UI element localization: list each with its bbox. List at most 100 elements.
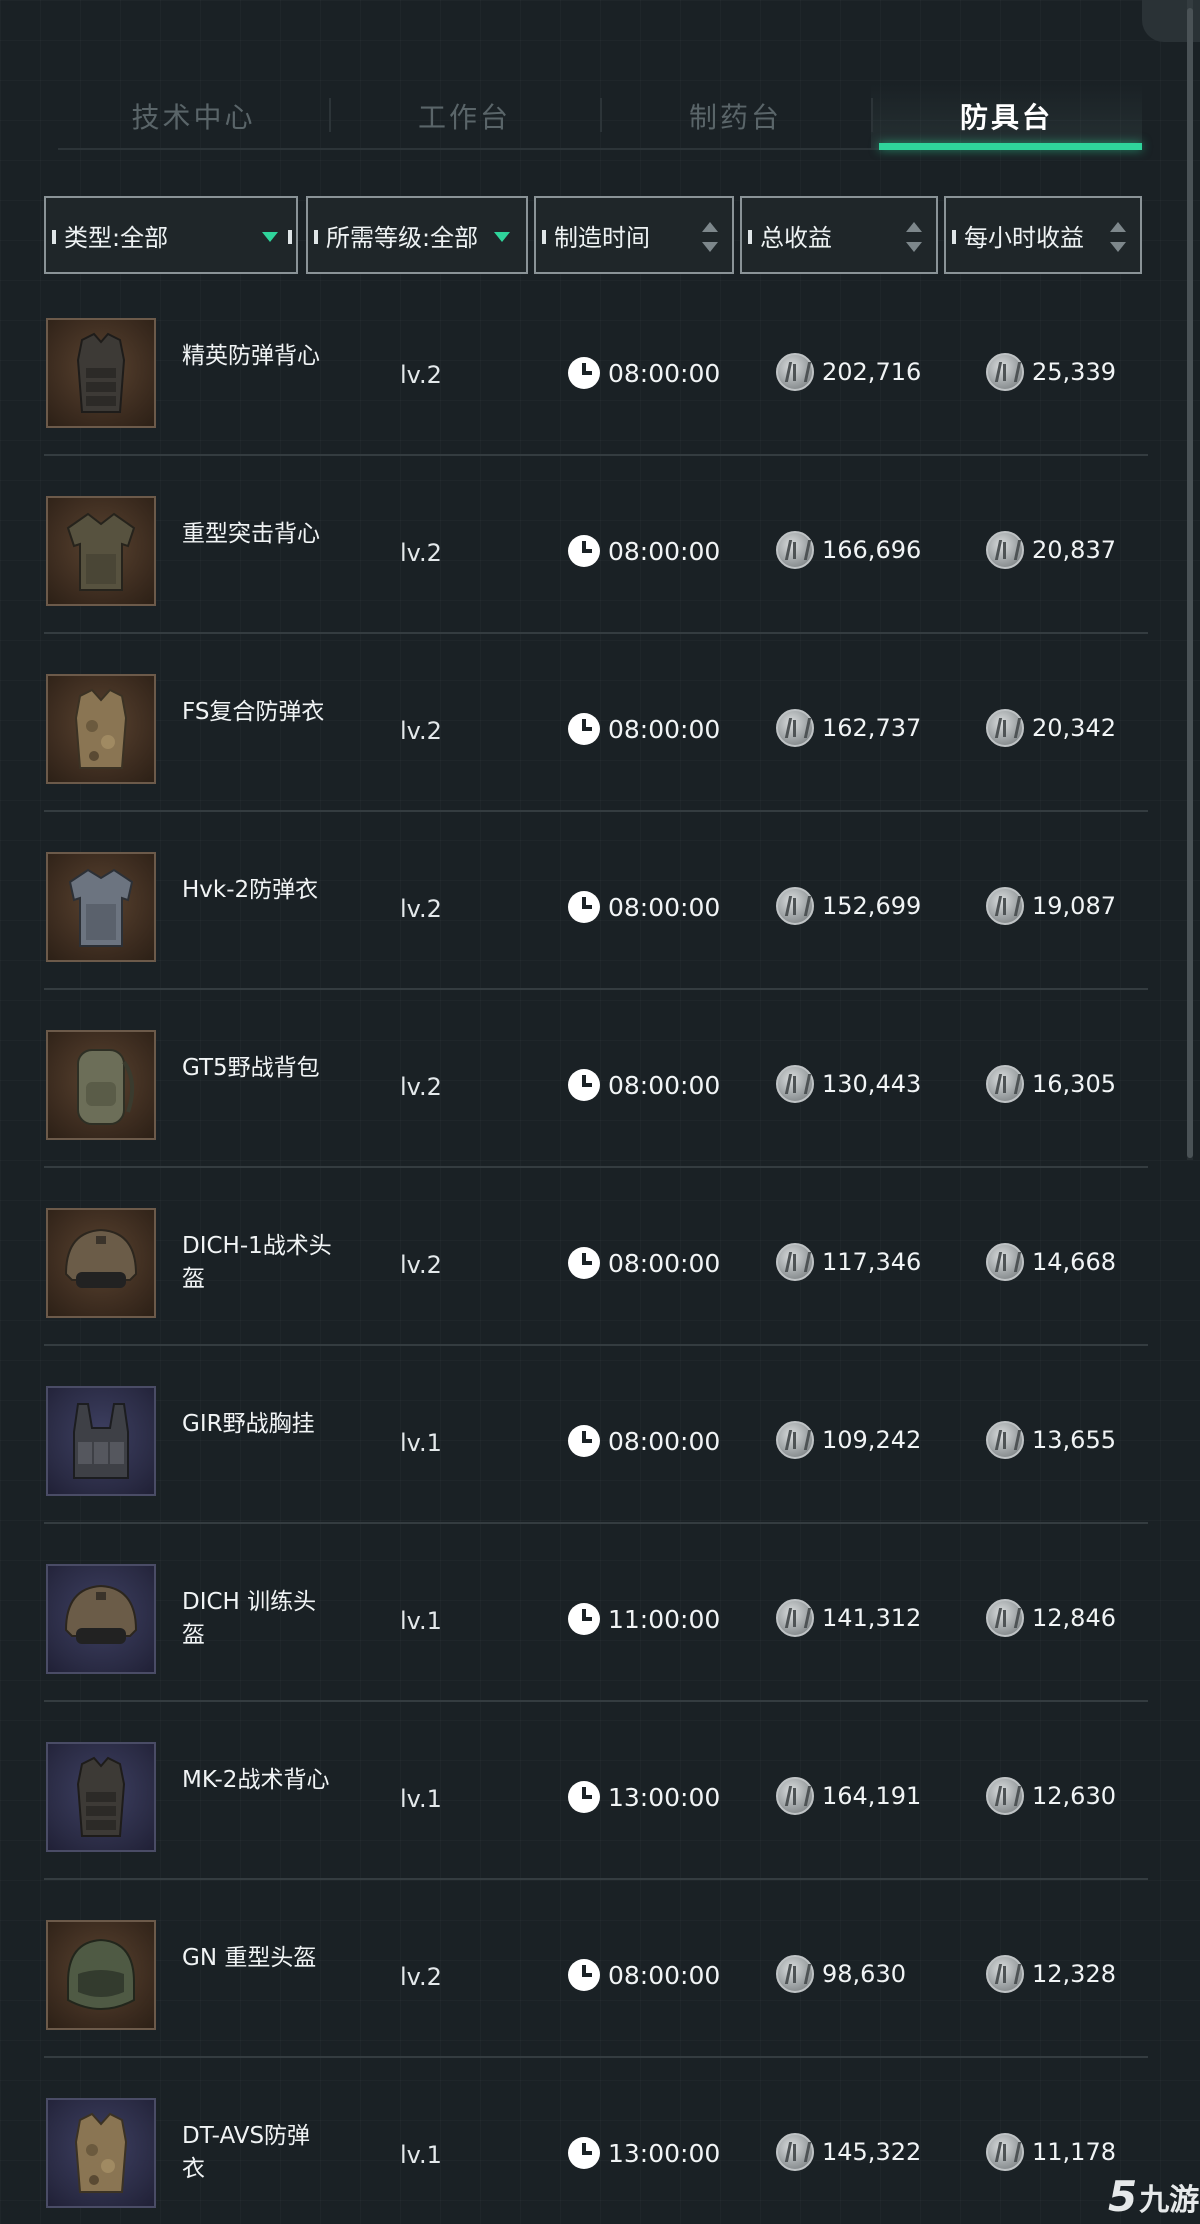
vest-icon bbox=[46, 318, 156, 428]
armor-vest-icon bbox=[46, 852, 156, 962]
tab-workbench[interactable]: 工作台 bbox=[329, 84, 600, 148]
table-row[interactable]: MK-2战术背心 lv.1 13:00:00 164,191 12,630 bbox=[44, 1702, 1148, 1880]
hourly-income-value: 14,668 bbox=[1032, 1248, 1116, 1276]
hourly-income-value: 12,630 bbox=[1032, 1782, 1116, 1810]
craft-time-value: 08:00:00 bbox=[608, 358, 721, 388]
craft-time: 08:00:00 bbox=[568, 535, 720, 567]
chest-rig-icon bbox=[46, 1386, 156, 1496]
item-level: lv.2 bbox=[400, 895, 442, 923]
helmet-icon bbox=[46, 1208, 156, 1318]
sort-arrows-icon bbox=[702, 222, 718, 252]
table-row[interactable]: DT-AVS防弹衣 lv.1 13:00:00 145,322 11,178 bbox=[44, 2058, 1148, 2224]
clock-icon bbox=[568, 535, 600, 567]
item-name: GIR野战胸挂 bbox=[182, 1411, 315, 1437]
total-income-value: 202,716 bbox=[822, 358, 922, 386]
craft-time-value: 08:00:00 bbox=[608, 1248, 721, 1278]
hourly-income-value: 12,846 bbox=[1032, 1604, 1116, 1632]
scrollbar-thumb[interactable] bbox=[1187, 8, 1193, 1158]
coin-icon bbox=[776, 531, 814, 569]
craft-time: 13:00:00 bbox=[568, 1781, 720, 1813]
dropdown-arrow-icon bbox=[494, 232, 510, 242]
table-row[interactable]: GN 重型头盔 lv.2 08:00:00 98,630 12,328 bbox=[44, 1880, 1148, 2058]
table-row[interactable]: FS复合防弹衣 lv.2 08:00:00 162,737 20,342 bbox=[44, 634, 1148, 812]
craft-time-value: 08:00:00 bbox=[608, 1426, 721, 1456]
item-name: 重型突击背心 bbox=[182, 521, 320, 547]
item-level: lv.2 bbox=[400, 1073, 442, 1101]
item-name: GT5野战背包 bbox=[182, 1055, 320, 1081]
hourly-income-value: 16,305 bbox=[1032, 1070, 1116, 1098]
sort-hourly-button[interactable]: 每小时收益 bbox=[944, 196, 1142, 274]
tab-armor-bench[interactable]: 防具台 bbox=[871, 84, 1142, 150]
hourly-income: 25,339 bbox=[986, 353, 1116, 391]
coin-icon bbox=[776, 1243, 814, 1281]
filter-marker-right bbox=[288, 230, 292, 244]
total-income: 152,699 bbox=[776, 887, 921, 925]
table-row[interactable]: GIR野战胸挂 lv.1 08:00:00 109,242 13,655 bbox=[44, 1346, 1148, 1524]
item-name: DICH 训练头盔 bbox=[182, 1589, 317, 1648]
coin-icon bbox=[776, 887, 814, 925]
filter-marker bbox=[748, 230, 752, 244]
sort-arrows-icon bbox=[1110, 222, 1126, 252]
total-income: 164,191 bbox=[776, 1777, 921, 1815]
level-filter-dropdown[interactable]: 所需等级:全部 bbox=[306, 196, 528, 274]
coin-icon bbox=[776, 353, 814, 391]
craft-time: 08:00:00 bbox=[568, 1425, 720, 1457]
hourly-income: 20,837 bbox=[986, 531, 1116, 569]
craft-time: 08:00:00 bbox=[568, 891, 720, 923]
total-income: 98,630 bbox=[776, 1955, 906, 1993]
sort-arrows-icon bbox=[906, 222, 922, 252]
hourly-income: 16,305 bbox=[986, 1065, 1116, 1103]
table-row[interactable]: DICH 训练头盔 lv.1 11:00:00 141,312 12,846 bbox=[44, 1524, 1148, 1702]
total-income: 117,346 bbox=[776, 1243, 921, 1281]
tab-tech-center[interactable]: 技术中心 bbox=[58, 84, 329, 148]
type-filter-dropdown[interactable]: 类型:全部 bbox=[44, 196, 298, 274]
coin-icon bbox=[986, 887, 1024, 925]
item-name: MK-2战术背心 bbox=[182, 1767, 330, 1793]
item-name: GN 重型头盔 bbox=[182, 1945, 317, 1971]
total-income: 166,696 bbox=[776, 531, 921, 569]
hourly-income: 12,328 bbox=[986, 1955, 1116, 1993]
total-income: 141,312 bbox=[776, 1599, 921, 1637]
total-income-value: 166,696 bbox=[822, 536, 922, 564]
coin-icon bbox=[986, 1955, 1024, 1993]
total-income: 109,242 bbox=[776, 1421, 921, 1459]
craft-time: 08:00:00 bbox=[568, 1069, 720, 1101]
table-row[interactable]: DICH-1战术头盔 lv.2 08:00:00 117,346 14,668 bbox=[44, 1168, 1148, 1346]
total-income: 130,443 bbox=[776, 1065, 921, 1103]
table-row[interactable]: 精英防弹背心 lv.2 08:00:00 202,716 25,339 bbox=[44, 278, 1148, 456]
craft-time: 08:00:00 bbox=[568, 1959, 720, 1991]
table-row[interactable]: 重型突击背心 lv.2 08:00:00 166,696 20,837 bbox=[44, 456, 1148, 634]
item-name: 精英防弹背心 bbox=[182, 343, 320, 369]
helmet-icon bbox=[46, 1564, 156, 1674]
hourly-income: 12,630 bbox=[986, 1777, 1116, 1815]
item-level: lv.1 bbox=[400, 1429, 442, 1457]
craft-time: 13:00:00 bbox=[568, 2137, 720, 2169]
type-filter-label: 类型:全部 bbox=[64, 223, 169, 252]
workbench-tabs: 技术中心 工作台 制药台 防具台 bbox=[58, 84, 1142, 150]
craft-time-value: 13:00:00 bbox=[608, 2138, 721, 2168]
hourly-income: 11,178 bbox=[986, 2133, 1116, 2171]
sort-time-label: 制造时间 bbox=[554, 223, 650, 252]
clock-icon bbox=[568, 357, 600, 389]
sort-time-button[interactable]: 制造时间 bbox=[534, 196, 734, 274]
item-level: lv.2 bbox=[400, 1963, 442, 1991]
coin-icon bbox=[986, 531, 1024, 569]
craft-time-value: 13:00:00 bbox=[608, 1782, 721, 1812]
hourly-income: 14,668 bbox=[986, 1243, 1116, 1281]
hourly-income: 20,342 bbox=[986, 709, 1116, 747]
tab-pharmacy[interactable]: 制药台 bbox=[600, 84, 871, 148]
craft-time: 11:00:00 bbox=[568, 1603, 720, 1635]
table-row[interactable]: GT5野战背包 lv.2 08:00:00 130,443 16,305 bbox=[44, 990, 1148, 1168]
craft-time-value: 08:00:00 bbox=[608, 1070, 721, 1100]
coin-icon bbox=[986, 1421, 1024, 1459]
table-row[interactable]: Hvk-2防弹衣 lv.2 08:00:00 152,699 19,087 bbox=[44, 812, 1148, 990]
item-level: lv.2 bbox=[400, 361, 442, 389]
item-name: Hvk-2防弹衣 bbox=[182, 877, 319, 903]
clock-icon bbox=[568, 891, 600, 923]
coin-icon bbox=[776, 2133, 814, 2171]
clock-icon bbox=[568, 1069, 600, 1101]
crafting-list: 精英防弹背心 lv.2 08:00:00 202,716 25,339 重型突击… bbox=[44, 278, 1148, 2224]
coin-icon bbox=[776, 1421, 814, 1459]
item-level: lv.1 bbox=[400, 1785, 442, 1813]
sort-total-button[interactable]: 总收益 bbox=[740, 196, 938, 274]
